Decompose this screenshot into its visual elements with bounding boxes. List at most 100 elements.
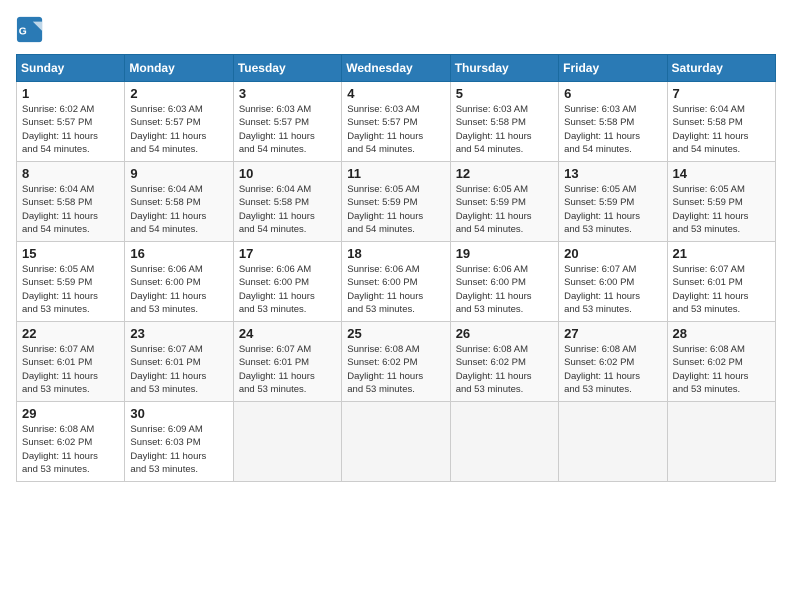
calendar-cell xyxy=(667,402,775,482)
calendar-cell: 8 Sunrise: 6:04 AM Sunset: 5:58 PM Dayli… xyxy=(17,162,125,242)
calendar-cell: 11 Sunrise: 6:05 AM Sunset: 5:59 PM Dayl… xyxy=(342,162,450,242)
header-day-sunday: Sunday xyxy=(17,55,125,82)
day-info: Sunrise: 6:08 AM Sunset: 6:02 PM Dayligh… xyxy=(673,343,770,396)
day-info: Sunrise: 6:08 AM Sunset: 6:02 PM Dayligh… xyxy=(22,423,119,476)
calendar-cell xyxy=(450,402,558,482)
day-info: Sunrise: 6:04 AM Sunset: 5:58 PM Dayligh… xyxy=(673,103,770,156)
page-header: G xyxy=(16,16,776,44)
calendar-cell: 23 Sunrise: 6:07 AM Sunset: 6:01 PM Dayl… xyxy=(125,322,233,402)
day-number: 5 xyxy=(456,86,553,101)
logo: G xyxy=(16,16,46,44)
calendar-cell: 28 Sunrise: 6:08 AM Sunset: 6:02 PM Dayl… xyxy=(667,322,775,402)
calendar-cell: 25 Sunrise: 6:08 AM Sunset: 6:02 PM Dayl… xyxy=(342,322,450,402)
day-number: 27 xyxy=(564,326,661,341)
day-number: 11 xyxy=(347,166,444,181)
calendar-cell: 21 Sunrise: 6:07 AM Sunset: 6:01 PM Dayl… xyxy=(667,242,775,322)
day-number: 13 xyxy=(564,166,661,181)
calendar-cell: 10 Sunrise: 6:04 AM Sunset: 5:58 PM Dayl… xyxy=(233,162,341,242)
week-row-5: 29 Sunrise: 6:08 AM Sunset: 6:02 PM Dayl… xyxy=(17,402,776,482)
day-number: 2 xyxy=(130,86,227,101)
day-number: 29 xyxy=(22,406,119,421)
calendar-cell: 22 Sunrise: 6:07 AM Sunset: 6:01 PM Dayl… xyxy=(17,322,125,402)
day-number: 1 xyxy=(22,86,119,101)
header-day-wednesday: Wednesday xyxy=(342,55,450,82)
day-info: Sunrise: 6:03 AM Sunset: 5:57 PM Dayligh… xyxy=(130,103,227,156)
day-number: 23 xyxy=(130,326,227,341)
day-info: Sunrise: 6:04 AM Sunset: 5:58 PM Dayligh… xyxy=(239,183,336,236)
day-number: 3 xyxy=(239,86,336,101)
day-info: Sunrise: 6:03 AM Sunset: 5:58 PM Dayligh… xyxy=(456,103,553,156)
day-number: 25 xyxy=(347,326,444,341)
header-day-monday: Monday xyxy=(125,55,233,82)
day-number: 18 xyxy=(347,246,444,261)
calendar-cell: 27 Sunrise: 6:08 AM Sunset: 6:02 PM Dayl… xyxy=(559,322,667,402)
day-number: 20 xyxy=(564,246,661,261)
day-info: Sunrise: 6:07 AM Sunset: 6:00 PM Dayligh… xyxy=(564,263,661,316)
day-number: 22 xyxy=(22,326,119,341)
calendar-cell: 16 Sunrise: 6:06 AM Sunset: 6:00 PM Dayl… xyxy=(125,242,233,322)
day-info: Sunrise: 6:06 AM Sunset: 6:00 PM Dayligh… xyxy=(239,263,336,316)
calendar-cell: 9 Sunrise: 6:04 AM Sunset: 5:58 PM Dayli… xyxy=(125,162,233,242)
day-number: 6 xyxy=(564,86,661,101)
day-number: 10 xyxy=(239,166,336,181)
day-info: Sunrise: 6:07 AM Sunset: 6:01 PM Dayligh… xyxy=(239,343,336,396)
calendar-cell: 18 Sunrise: 6:06 AM Sunset: 6:00 PM Dayl… xyxy=(342,242,450,322)
header-day-thursday: Thursday xyxy=(450,55,558,82)
calendar-cell: 1 Sunrise: 6:02 AM Sunset: 5:57 PM Dayli… xyxy=(17,82,125,162)
day-number: 30 xyxy=(130,406,227,421)
header-day-friday: Friday xyxy=(559,55,667,82)
day-info: Sunrise: 6:08 AM Sunset: 6:02 PM Dayligh… xyxy=(347,343,444,396)
header-day-tuesday: Tuesday xyxy=(233,55,341,82)
day-number: 26 xyxy=(456,326,553,341)
day-number: 7 xyxy=(673,86,770,101)
header-row: SundayMondayTuesdayWednesdayThursdayFrid… xyxy=(17,55,776,82)
week-row-4: 22 Sunrise: 6:07 AM Sunset: 6:01 PM Dayl… xyxy=(17,322,776,402)
day-info: Sunrise: 6:04 AM Sunset: 5:58 PM Dayligh… xyxy=(130,183,227,236)
calendar-cell: 17 Sunrise: 6:06 AM Sunset: 6:00 PM Dayl… xyxy=(233,242,341,322)
calendar-cell: 4 Sunrise: 6:03 AM Sunset: 5:57 PM Dayli… xyxy=(342,82,450,162)
day-info: Sunrise: 6:08 AM Sunset: 6:02 PM Dayligh… xyxy=(456,343,553,396)
day-number: 19 xyxy=(456,246,553,261)
day-info: Sunrise: 6:08 AM Sunset: 6:02 PM Dayligh… xyxy=(564,343,661,396)
calendar-header: SundayMondayTuesdayWednesdayThursdayFrid… xyxy=(17,55,776,82)
week-row-1: 1 Sunrise: 6:02 AM Sunset: 5:57 PM Dayli… xyxy=(17,82,776,162)
day-number: 14 xyxy=(673,166,770,181)
calendar-cell: 12 Sunrise: 6:05 AM Sunset: 5:59 PM Dayl… xyxy=(450,162,558,242)
day-number: 17 xyxy=(239,246,336,261)
week-row-2: 8 Sunrise: 6:04 AM Sunset: 5:58 PM Dayli… xyxy=(17,162,776,242)
calendar-cell: 13 Sunrise: 6:05 AM Sunset: 5:59 PM Dayl… xyxy=(559,162,667,242)
day-info: Sunrise: 6:07 AM Sunset: 6:01 PM Dayligh… xyxy=(673,263,770,316)
day-info: Sunrise: 6:09 AM Sunset: 6:03 PM Dayligh… xyxy=(130,423,227,476)
calendar-cell: 24 Sunrise: 6:07 AM Sunset: 6:01 PM Dayl… xyxy=(233,322,341,402)
header-day-saturday: Saturday xyxy=(667,55,775,82)
day-info: Sunrise: 6:05 AM Sunset: 5:59 PM Dayligh… xyxy=(22,263,119,316)
calendar-cell: 3 Sunrise: 6:03 AM Sunset: 5:57 PM Dayli… xyxy=(233,82,341,162)
day-info: Sunrise: 6:05 AM Sunset: 5:59 PM Dayligh… xyxy=(673,183,770,236)
calendar-cell: 30 Sunrise: 6:09 AM Sunset: 6:03 PM Dayl… xyxy=(125,402,233,482)
calendar-cell: 15 Sunrise: 6:05 AM Sunset: 5:59 PM Dayl… xyxy=(17,242,125,322)
day-number: 21 xyxy=(673,246,770,261)
day-number: 24 xyxy=(239,326,336,341)
day-info: Sunrise: 6:07 AM Sunset: 6:01 PM Dayligh… xyxy=(130,343,227,396)
calendar-cell: 7 Sunrise: 6:04 AM Sunset: 5:58 PM Dayli… xyxy=(667,82,775,162)
calendar-cell: 20 Sunrise: 6:07 AM Sunset: 6:00 PM Dayl… xyxy=(559,242,667,322)
calendar-cell: 19 Sunrise: 6:06 AM Sunset: 6:00 PM Dayl… xyxy=(450,242,558,322)
calendar-cell xyxy=(342,402,450,482)
day-info: Sunrise: 6:03 AM Sunset: 5:57 PM Dayligh… xyxy=(347,103,444,156)
day-info: Sunrise: 6:06 AM Sunset: 6:00 PM Dayligh… xyxy=(456,263,553,316)
logo-icon: G xyxy=(16,16,44,44)
week-row-3: 15 Sunrise: 6:05 AM Sunset: 5:59 PM Dayl… xyxy=(17,242,776,322)
day-info: Sunrise: 6:03 AM Sunset: 5:58 PM Dayligh… xyxy=(564,103,661,156)
calendar-cell: 5 Sunrise: 6:03 AM Sunset: 5:58 PM Dayli… xyxy=(450,82,558,162)
svg-text:G: G xyxy=(19,27,27,38)
calendar-cell: 14 Sunrise: 6:05 AM Sunset: 5:59 PM Dayl… xyxy=(667,162,775,242)
day-info: Sunrise: 6:04 AM Sunset: 5:58 PM Dayligh… xyxy=(22,183,119,236)
day-info: Sunrise: 6:06 AM Sunset: 6:00 PM Dayligh… xyxy=(130,263,227,316)
day-info: Sunrise: 6:05 AM Sunset: 5:59 PM Dayligh… xyxy=(347,183,444,236)
calendar-cell: 29 Sunrise: 6:08 AM Sunset: 6:02 PM Dayl… xyxy=(17,402,125,482)
day-info: Sunrise: 6:07 AM Sunset: 6:01 PM Dayligh… xyxy=(22,343,119,396)
day-number: 8 xyxy=(22,166,119,181)
calendar-cell: 6 Sunrise: 6:03 AM Sunset: 5:58 PM Dayli… xyxy=(559,82,667,162)
day-info: Sunrise: 6:06 AM Sunset: 6:00 PM Dayligh… xyxy=(347,263,444,316)
day-info: Sunrise: 6:05 AM Sunset: 5:59 PM Dayligh… xyxy=(564,183,661,236)
